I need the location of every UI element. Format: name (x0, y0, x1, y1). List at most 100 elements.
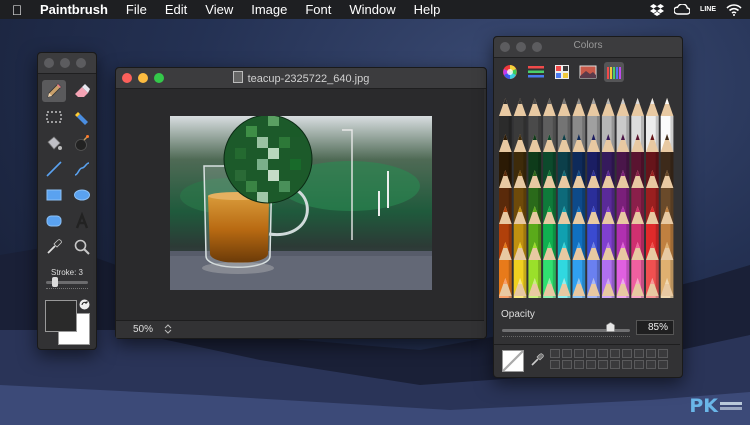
canvas-area[interactable] (116, 89, 484, 321)
ellipse-icon (74, 189, 90, 201)
image-status-bar: 50% (116, 320, 484, 338)
tab-pencils[interactable] (604, 62, 624, 82)
rectangle-tool[interactable] (42, 184, 66, 206)
foreground-color-swatch[interactable] (45, 300, 77, 332)
menu-edit[interactable]: Edit (156, 2, 196, 17)
rounded-rect-icon (46, 215, 62, 227)
custom-swatch[interactable] (586, 360, 596, 369)
zoom-stepper-icon[interactable] (164, 323, 172, 335)
eyedropper-tool[interactable] (42, 236, 66, 258)
zoom-icon (74, 239, 90, 255)
spray-tool[interactable] (70, 106, 94, 128)
stroke-slider-thumb[interactable] (52, 277, 58, 287)
custom-swatch[interactable] (658, 349, 668, 358)
custom-swatch[interactable] (562, 349, 572, 358)
opacity-ticks (502, 336, 630, 339)
bomb-tool[interactable] (70, 132, 94, 154)
custom-swatch[interactable] (610, 360, 620, 369)
custom-swatch[interactable] (622, 349, 632, 358)
curve-tool[interactable] (70, 158, 94, 180)
custom-swatch[interactable] (622, 360, 632, 369)
eyedropper-icon[interactable] (530, 353, 544, 367)
canvas-image[interactable] (170, 116, 432, 290)
menu-image[interactable]: Image (242, 2, 296, 17)
text-icon (75, 212, 89, 229)
tab-palettes[interactable] (552, 62, 572, 82)
custom-swatch[interactable] (646, 349, 656, 358)
opacity-value-field[interactable]: 85% (636, 320, 674, 335)
bucket-icon (47, 136, 62, 150)
wifi-icon[interactable] (726, 3, 742, 16)
custom-swatch[interactable] (562, 360, 572, 369)
colors-titlebar[interactable]: Colors (494, 37, 682, 58)
menu-view[interactable]: View (196, 2, 242, 17)
pencil-icon (47, 83, 62, 98)
custom-swatch[interactable] (634, 349, 644, 358)
tab-image-palette[interactable] (578, 62, 598, 82)
custom-swatch[interactable] (550, 349, 560, 358)
sliders-icon (528, 66, 544, 78)
line-tool[interactable] (42, 158, 66, 180)
watermark-sub-icon (720, 402, 742, 410)
stroke-slider[interactable] (46, 277, 88, 287)
bomb-icon (75, 135, 89, 151)
minimize-button[interactable] (60, 58, 70, 68)
image-window: teacup-2325722_640.jpg 50% (115, 67, 487, 339)
image-window-title: teacup-2325722_640.jpg (247, 73, 370, 85)
image-titlebar[interactable]: teacup-2325722_640.jpg (116, 68, 486, 89)
colors-panel-title: Colors (573, 40, 603, 51)
pencils-icon (607, 67, 621, 79)
menu-bar:  Paintbrush File Edit View Image Font W… (0, 0, 750, 19)
selection-icon (46, 111, 62, 123)
opacity-label: Opacity (501, 309, 535, 320)
bucket-tool[interactable] (42, 132, 66, 154)
stroke-ticks (46, 288, 88, 291)
eraser-icon (75, 84, 90, 97)
colors-panel: Colors Opacity 85% (493, 36, 683, 378)
zoom-button[interactable] (76, 58, 86, 68)
ellipse-tool[interactable] (70, 184, 94, 206)
custom-swatch[interactable] (658, 360, 668, 369)
tab-sliders[interactable] (526, 62, 546, 82)
menu-help[interactable]: Help (405, 2, 450, 17)
line-icon (46, 161, 62, 177)
swap-colors-icon[interactable] (79, 299, 90, 310)
custom-swatch[interactable] (598, 360, 608, 369)
spray-icon (75, 112, 88, 125)
custom-swatch[interactable] (598, 349, 608, 358)
dropbox-icon[interactable] (650, 3, 665, 16)
document-icon (232, 71, 243, 83)
close-button[interactable] (44, 58, 54, 68)
color-wheel-icon (503, 65, 517, 79)
menu-font[interactable]: Font (296, 2, 340, 17)
line-status-badge[interactable]: LINE (700, 6, 716, 13)
custom-swatch[interactable] (634, 360, 644, 369)
tools-window: Stroke: 3 (37, 52, 97, 350)
selection-tool[interactable] (42, 106, 66, 128)
colors-tab-bar (494, 58, 686, 86)
menu-window[interactable]: Window (340, 2, 404, 17)
menu-app-name[interactable]: Paintbrush (34, 2, 117, 17)
custom-swatch[interactable] (610, 349, 620, 358)
custom-swatch[interactable] (574, 349, 584, 358)
tools-titlebar[interactable] (38, 53, 96, 74)
tab-color-wheel[interactable] (500, 62, 520, 82)
current-color-well[interactable] (502, 350, 524, 372)
pencil-tool[interactable] (42, 80, 66, 102)
zoom-level[interactable]: 50% (133, 324, 153, 335)
eraser-tool[interactable] (70, 80, 94, 102)
custom-swatch[interactable] (586, 349, 596, 358)
pencil-grid[interactable] (496, 86, 680, 298)
custom-swatch[interactable] (550, 360, 560, 369)
menu-file[interactable]: File (117, 2, 156, 17)
zoom-tool[interactable] (70, 236, 94, 258)
text-tool[interactable] (70, 210, 94, 232)
creative-cloud-icon[interactable] (674, 4, 691, 15)
watermark-logo: PK (689, 395, 742, 417)
apple-menu-icon[interactable]:  (0, 2, 34, 18)
rounded-rect-tool[interactable] (42, 210, 66, 232)
opacity-slider-thumb[interactable] (606, 322, 616, 332)
custom-swatch[interactable] (646, 360, 656, 369)
eyedropper-icon (47, 239, 62, 254)
custom-swatch[interactable] (574, 360, 584, 369)
